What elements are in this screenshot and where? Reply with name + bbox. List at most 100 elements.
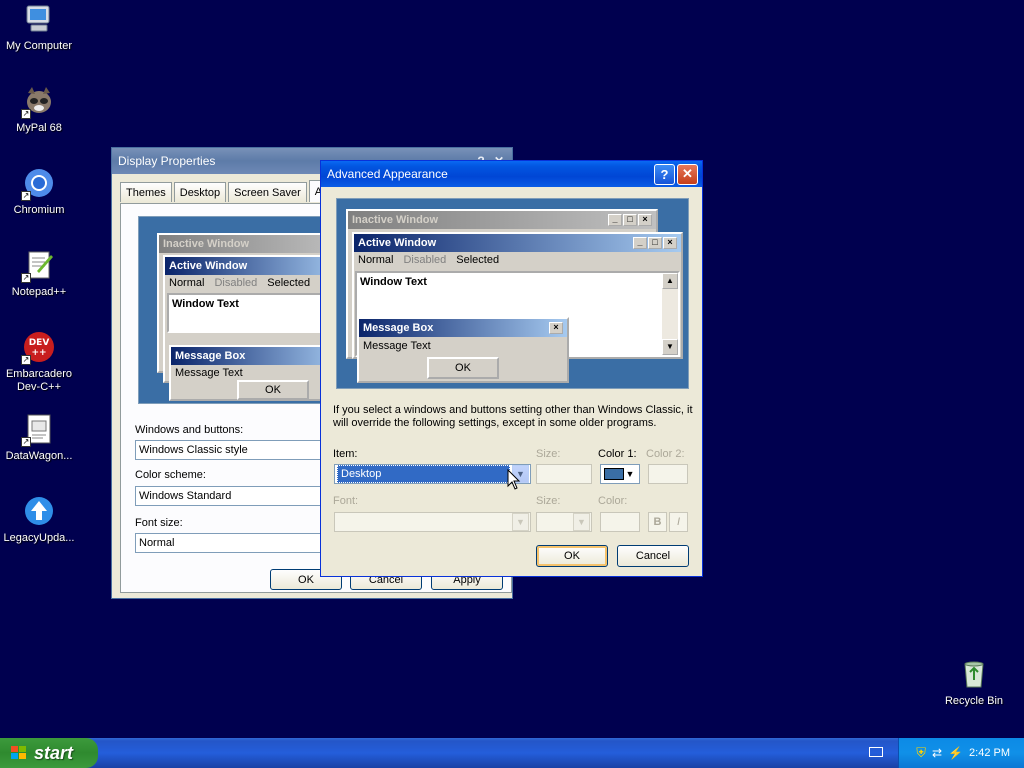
- system-tray: ⛨ ⇄ ⚡ 2:42 PM: [898, 738, 1024, 768]
- windows-logo-icon: [10, 745, 28, 761]
- color2-picker: [648, 464, 688, 484]
- preview-message-box-title: Message Box ×: [359, 319, 567, 337]
- desktop-icon-label: DataWagon...: [5, 450, 73, 462]
- volume-icon[interactable]: ⚡: [948, 746, 963, 760]
- windows-and-buttons-select[interactable]: Windows Classic style: [135, 440, 325, 460]
- close-icon[interactable]: ✕: [677, 163, 698, 185]
- font-select: ▼: [334, 512, 531, 532]
- font-size-select[interactable]: Normal: [135, 533, 325, 553]
- desktop-icon-datawagon[interactable]: ↗ DataWagon...: [0, 413, 78, 463]
- ok-button[interactable]: OK: [536, 545, 608, 567]
- preview-active-title: Active Window _ □ ×: [354, 234, 681, 252]
- security-shield-icon[interactable]: ⛨: [916, 745, 926, 761]
- chevron-down-icon[interactable]: ▼: [624, 465, 636, 483]
- preview-inactive-title: Inactive Window _ □ ×: [348, 211, 656, 229]
- font-color-label: Color:: [598, 495, 628, 507]
- font-size-select: ▼: [536, 512, 592, 532]
- color1-label: Color 1:: [598, 448, 637, 460]
- computer-icon: [23, 3, 55, 35]
- start-label: start: [34, 742, 74, 763]
- taskbar: start ⛨ ⇄ ⚡ 2:42 PM: [0, 738, 1024, 768]
- preview-active-title: Active Window: [165, 257, 345, 275]
- desktop-icon-label: My Computer: [5, 40, 73, 52]
- font-size-label: Font size:: [135, 517, 183, 529]
- desktop-icon-recycle-bin[interactable]: Recycle Bin: [935, 658, 1013, 708]
- menu-normal: Normal: [358, 254, 394, 266]
- chevron-down-icon: ▼: [512, 513, 529, 531]
- menu-selected: Selected: [267, 277, 311, 289]
- desktop-icon-my-computer[interactable]: My Computer: [0, 3, 78, 53]
- preview-menu-bar: Normal Disabled Selected: [354, 252, 681, 268]
- desktop-icon-label: Chromium: [13, 204, 65, 216]
- color1-swatch: [604, 468, 624, 480]
- notepadpp-icon: ↗: [21, 249, 55, 283]
- chevron-down-icon: ▼: [573, 513, 590, 531]
- legacyupdate-icon: [23, 495, 55, 527]
- start-button[interactable]: start: [0, 738, 98, 768]
- item-label: Item:: [333, 448, 358, 460]
- font-color-picker: [600, 512, 640, 532]
- item-size-label: Size:: [536, 448, 561, 460]
- menu-selected: Selected: [456, 254, 500, 266]
- shortcut-arrow-icon: ↗: [21, 355, 31, 365]
- maximize-icon: □: [648, 237, 662, 249]
- desktop-icon-label: Recycle Bin: [944, 695, 1004, 707]
- window-title: Advanced Appearance: [327, 167, 448, 181]
- font-size-label: Size:: [536, 495, 561, 507]
- svg-text:DEV: DEV: [29, 338, 50, 348]
- tab-strip: Themes Desktop Screen Saver Ap: [120, 180, 336, 202]
- minimize-icon: _: [633, 237, 647, 249]
- keyboard-icon[interactable]: [869, 747, 883, 757]
- mouse-pointer-icon: [507, 468, 521, 494]
- cancel-button[interactable]: Cancel: [617, 545, 689, 567]
- desktop-icon-notepadpp[interactable]: ↗ Notepad++: [0, 249, 78, 299]
- desktop-icon-chromium[interactable]: ↗ Chromium: [0, 167, 78, 217]
- item-select[interactable]: Desktop ▼: [334, 464, 531, 484]
- color2-label: Color 2:: [646, 448, 685, 460]
- italic-button: I: [669, 512, 688, 532]
- desktop-icon-label: LegacyUpda...: [3, 532, 75, 544]
- advanced-appearance-titlebar[interactable]: Advanced Appearance ? ✕: [321, 161, 702, 187]
- desktop-icon-label: MyPal 68: [16, 122, 62, 134]
- tab-screen-saver[interactable]: Screen Saver: [228, 182, 307, 202]
- menu-normal: Normal: [169, 277, 205, 289]
- desktop-icon-mypal[interactable]: ↗ MyPal 68: [0, 85, 78, 135]
- shortcut-arrow-icon: ↗: [21, 191, 31, 201]
- preview-ok-button: OK: [427, 357, 499, 379]
- help-icon[interactable]: ?: [654, 163, 675, 185]
- clock[interactable]: 2:42 PM: [969, 747, 1010, 759]
- close-icon: ×: [549, 322, 563, 334]
- scroll-up-icon: ▲: [662, 273, 678, 289]
- windows-and-buttons-label: Windows and buttons:: [135, 424, 244, 436]
- menu-disabled: Disabled: [214, 277, 258, 289]
- advanced-appearance-window: Advanced Appearance ? ✕ Inactive Window …: [320, 160, 703, 577]
- preview-inactive-title: Inactive Window: [159, 235, 345, 253]
- color-scheme-select[interactable]: Windows Standard: [135, 486, 325, 506]
- desktop-icon-legacyupdate[interactable]: LegacyUpda...: [0, 495, 78, 545]
- preview-scrollbar: ▲ ▼: [662, 273, 678, 355]
- bold-button: B: [648, 512, 667, 532]
- color1-picker[interactable]: ▼: [600, 464, 640, 484]
- desktop-icon-devcpp[interactable]: DEV ++ ↗ Embarcadero Dev-C++: [0, 331, 78, 394]
- item-size-spinner: [536, 464, 592, 484]
- menu-disabled: Disabled: [403, 254, 447, 266]
- minimize-icon: _: [608, 214, 622, 226]
- preview-window-text: Window Text: [360, 276, 427, 288]
- shortcut-arrow-icon: ↗: [21, 273, 31, 283]
- font-label: Font:: [333, 495, 359, 507]
- maximize-icon: □: [623, 214, 637, 226]
- preview-window-text: Window Text: [167, 293, 343, 333]
- preview-menu-bar: Normal Disabled Selected: [165, 275, 345, 291]
- scroll-down-icon: ▼: [662, 339, 678, 355]
- advanced-preview[interactable]: Inactive Window _ □ × Active Window _ □ …: [336, 198, 689, 389]
- mypal-icon: ↗: [21, 85, 55, 119]
- preview-ok-button: OK: [237, 380, 309, 400]
- tab-desktop[interactable]: Desktop: [173, 182, 227, 202]
- network-icon[interactable]: ⇄: [932, 746, 942, 760]
- shortcut-arrow-icon: ↗: [21, 109, 31, 119]
- tab-themes[interactable]: Themes: [120, 182, 172, 202]
- preview-message-text: Message Text: [363, 340, 431, 352]
- desktop-icon-label: Embarcadero Dev-C++: [5, 368, 73, 393]
- datawagon-icon: ↗: [21, 413, 55, 447]
- color-scheme-label: Color scheme:: [135, 469, 206, 481]
